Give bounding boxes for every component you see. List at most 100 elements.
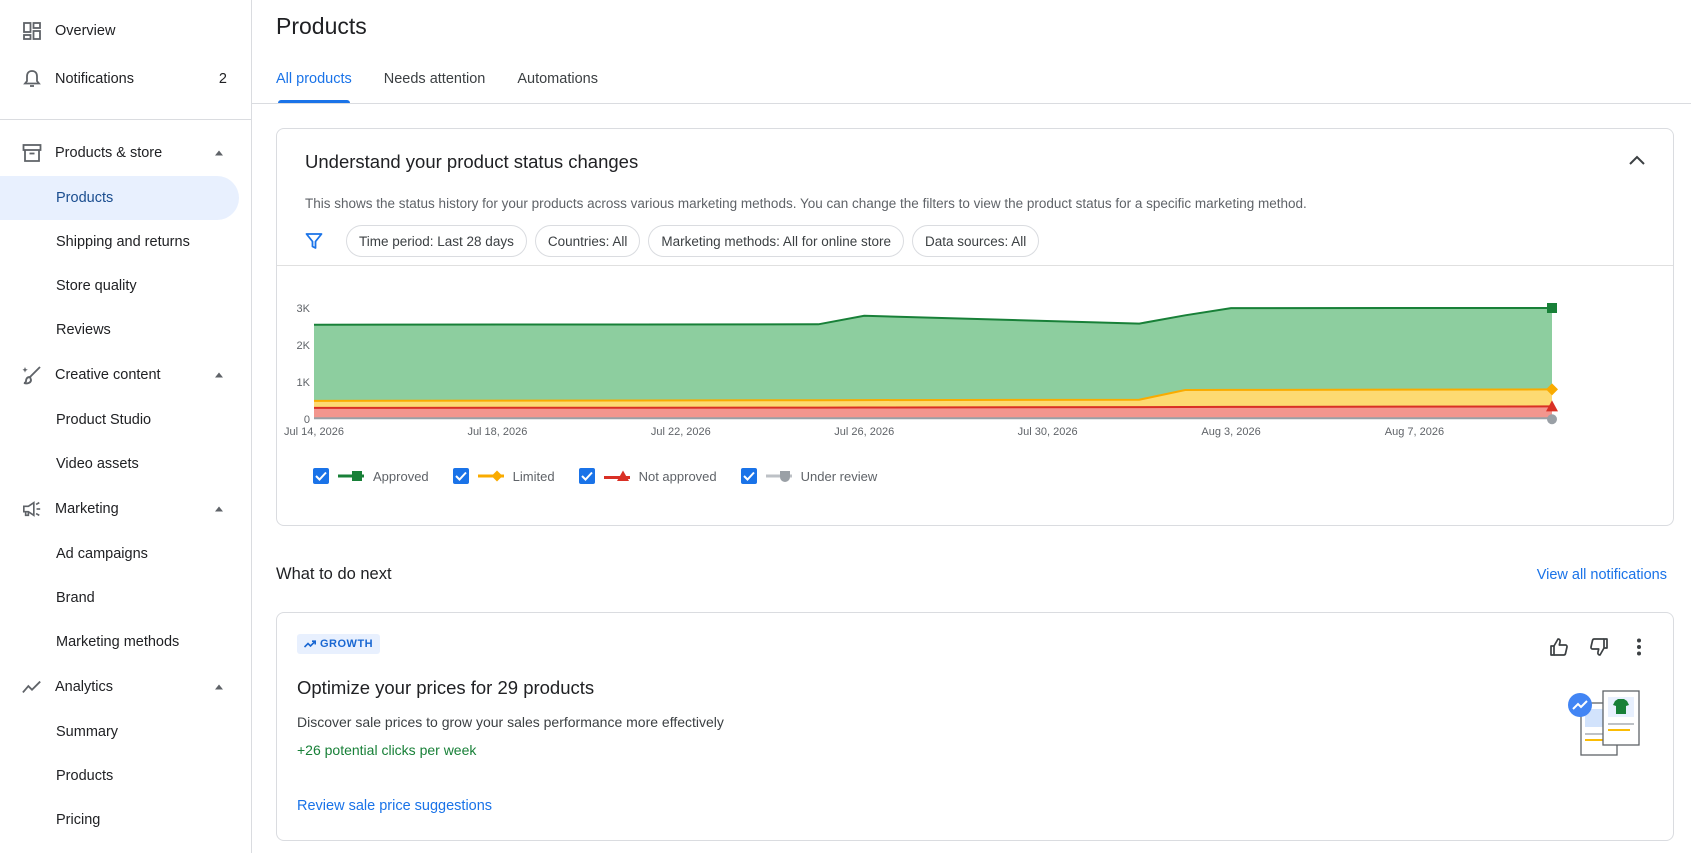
bell-icon [22,69,42,89]
nav-group-label: Marketing [55,501,119,517]
x-tick-label: Jul 18, 2026 [467,426,527,438]
sidebar-item-store-quality[interactable]: Store quality [0,264,239,308]
legend-limited[interactable]: Limited [452,468,555,484]
chart-legend: Approved Limited Not approved Under revi… [313,468,901,484]
filter-chip-marketing-methods[interactable]: Marketing methods: All for online store [648,225,904,257]
brush-icon [22,365,42,385]
x-tick-label: Jul 26, 2026 [834,426,894,438]
nav-group-products-store[interactable]: Products & store [0,130,251,176]
sidebar: Overview Notifications 2 Products & stor… [0,0,252,853]
filter-chip-countries[interactable]: Countries: All [534,225,641,257]
chevron-up-icon[interactable] [1627,153,1647,167]
dashboard-icon [22,21,42,41]
review-sale-price-link[interactable]: Review sale price suggestions [297,798,492,814]
tab-all-products[interactable]: All products [276,60,352,103]
nav-group-label: Products & store [55,145,163,161]
filter-chip-data-sources[interactable]: Data sources: All [912,225,1040,257]
legend-label: Limited [512,468,555,484]
caret-up-icon[interactable] [215,506,223,512]
checkbox-checked-icon[interactable] [578,468,595,484]
archive-icon [22,143,42,163]
nav-group-marketing[interactable]: Marketing [0,486,251,532]
checkbox-checked-icon[interactable] [740,468,757,484]
sidebar-item-products[interactable]: Products [0,176,239,220]
y-tick-label: 2K [297,340,311,352]
caret-up-icon[interactable] [215,372,223,378]
x-tick-label: Jul 14, 2026 [284,426,344,438]
status-history-card: Understand your product status changes T… [276,128,1674,526]
thumbs-up-icon[interactable] [1547,635,1571,659]
card-actions [1531,635,1651,659]
sidebar-item-summary[interactable]: Summary [0,710,239,754]
y-tick-label: 3K [297,303,311,315]
nav-notifications[interactable]: Notifications 2 [0,55,251,103]
legend-label: Not approved [638,468,717,484]
tab-needs-attention[interactable]: Needs attention [384,60,486,103]
status-card-description: This shows the status history for your p… [305,196,1307,211]
area-approved [314,308,1552,401]
sidebar-item-analytics-products[interactable]: Products [0,754,239,798]
legend-label: Under review [800,468,878,484]
status-card-title: Understand your product status changes [305,151,639,172]
square-marker-icon [338,471,364,481]
main-content: Products All products Needs attention Au… [252,0,1691,853]
view-all-notifications-link[interactable]: View all notifications [1537,567,1667,583]
status-history-chart: 0 1K 2K 3K Jul 14, 2026 Jul 18, 2026 Jul 22, 2… [284,303,1558,438]
legend-not-approved[interactable]: Not approved [578,468,717,484]
nav-group-label: Creative content [55,367,161,383]
nav-overview-label: Overview [55,23,116,39]
nav-overview[interactable]: Overview [0,7,251,55]
nav-group-analytics[interactable]: Analytics [0,664,251,710]
legend-approved[interactable]: Approved [313,468,429,484]
checkbox-checked-icon[interactable] [452,468,469,484]
growth-badge: GROWTH [297,634,381,654]
potential-clicks: +26 potential clicks per week [297,742,477,758]
marker-approved [1547,303,1557,313]
sidebar-item-reviews[interactable]: Reviews [0,308,239,352]
filter-row: Time period: Last 28 days Countries: All… [305,225,1047,257]
nav-group-creative-content[interactable]: Creative content [0,352,251,398]
circle-marker-icon [765,471,792,482]
sidebar-item-shipping[interactable]: Shipping and returns [0,220,239,264]
trending-up-icon [304,640,316,648]
triangle-marker-icon [603,470,630,481]
sidebar-item-video-assets[interactable]: Video assets [0,442,239,486]
page-title: Products [276,13,367,39]
y-tick-label: 1K [297,377,311,389]
tabs-divider [252,103,1691,104]
tab-bar: All products Needs attention Automations [276,60,630,103]
legend-under-review[interactable]: Under review [740,468,878,484]
notifications-count: 2 [218,71,227,87]
more-vert-icon[interactable] [1627,635,1651,659]
megaphone-icon [22,499,42,519]
sidebar-item-brand[interactable]: Brand [0,576,239,620]
caret-up-icon[interactable] [215,150,223,156]
x-tick-label: Aug 3, 2026 [1201,426,1260,438]
y-tick-label: 0 [304,414,310,426]
trending-icon [22,677,42,697]
sidebar-item-marketing-methods[interactable]: Marketing methods [0,620,239,664]
sidebar-item-pricing[interactable]: Pricing [0,798,239,842]
sidebar-item-product-studio[interactable]: Product Studio [0,398,239,442]
what-to-do-next-heading: What to do next [276,565,392,583]
legend-label: Approved [373,468,429,484]
x-tick-label: Aug 7, 2026 [1385,426,1444,438]
sidebar-item-ad-campaigns[interactable]: Ad campaigns [0,532,239,576]
recommendation-title: Optimize your prices for 29 products [297,677,595,698]
x-tick-label: Jul 22, 2026 [651,426,711,438]
growth-badge-label: GROWTH [320,638,374,650]
nav-notifications-label: Notifications [55,71,134,87]
recommendation-card: GROWTH Optimize your prices for 29 produ… [276,612,1674,841]
recommendation-description: Discover sale prices to grow your sales … [297,714,724,730]
sale-price-illustration [1568,690,1640,756]
nav-group-label: Analytics [55,679,114,695]
filter-icon[interactable] [305,232,323,250]
diamond-marker-icon [477,470,504,482]
nav-divider [0,119,251,120]
filter-chip-time-period[interactable]: Time period: Last 28 days [346,225,527,257]
caret-up-icon[interactable] [215,684,223,690]
thumbs-down-icon[interactable] [1587,635,1611,659]
checkbox-checked-icon[interactable] [313,468,329,484]
x-tick-label: Jul 30, 2026 [1018,426,1078,438]
tab-automations[interactable]: Automations [517,60,598,103]
